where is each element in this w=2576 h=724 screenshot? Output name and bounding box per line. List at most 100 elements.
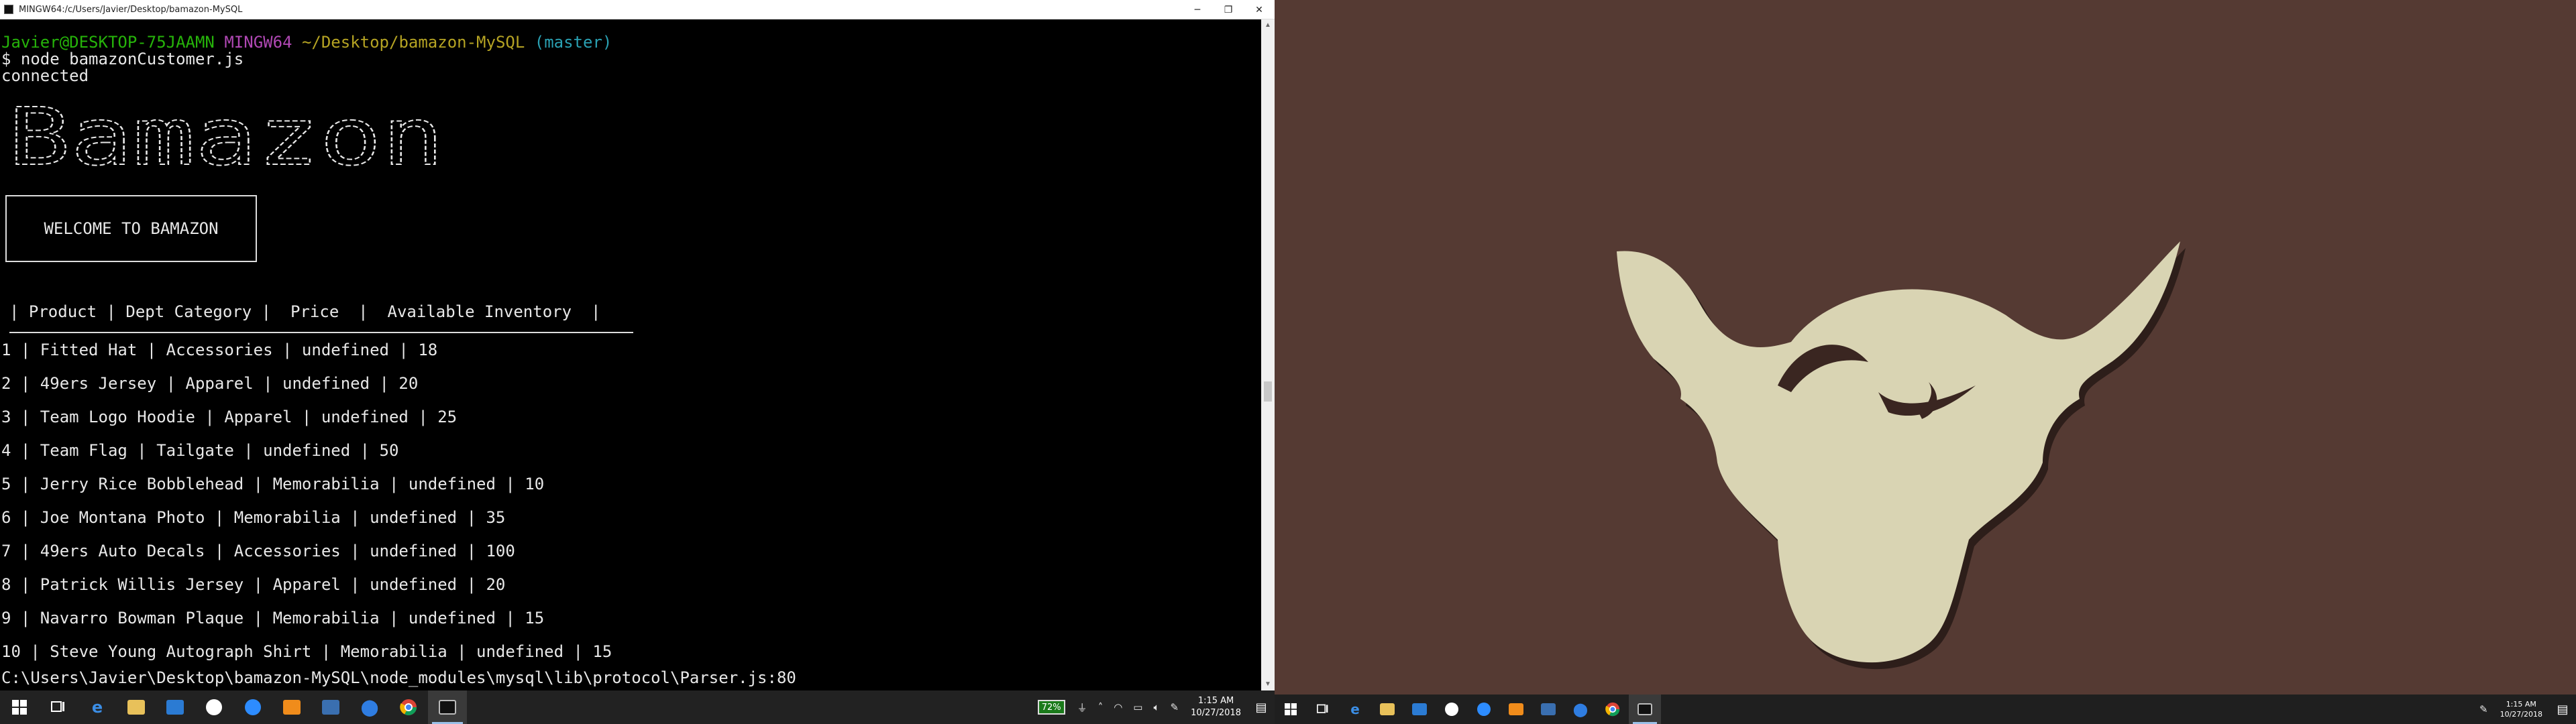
power-plug-icon[interactable]: ⏚ xyxy=(1077,701,1087,715)
edge-button-2[interactable]: e xyxy=(1339,695,1371,724)
table-header: | Product | Dept Category | Price | Avai… xyxy=(9,302,601,321)
file-explorer-button-2[interactable] xyxy=(1371,695,1403,724)
sublime-icon xyxy=(283,700,301,715)
product-row: 3 | Team Logo Hoodie | Apparel | undefin… xyxy=(1,408,458,426)
app-s-button[interactable] xyxy=(195,690,233,724)
terminal-button-2[interactable] xyxy=(1629,695,1661,724)
blue-app-icon xyxy=(322,700,339,715)
error-line: C:\Users\Javier\Desktop\bamazon-MySQL\no… xyxy=(1,668,796,687)
task-view-button[interactable] xyxy=(39,690,78,724)
product-row: 9 | Navarro Bowman Plaque | Memorabilia … xyxy=(1,609,545,627)
vscode-icon xyxy=(1412,703,1427,715)
maximize-button[interactable]: ❐ xyxy=(1213,0,1244,19)
command-line: $ node bamazonCustomer.js xyxy=(1,50,244,68)
welcome-text: WELCOME TO BAMAZON xyxy=(44,219,219,238)
terminal-button[interactable] xyxy=(428,690,467,724)
start-button[interactable] xyxy=(0,690,39,724)
taskbar-left: e ⬤ 72% ⏚ ˄ ◠ ▭ 🔈︎ ✎ 1:15 AM 10/27/2018 … xyxy=(0,690,1275,724)
product-row: 4 | Team Flag | Tailgate | undefined | 5… xyxy=(1,441,399,460)
taskbar-right: e ⬤ ✎ 1:15 AM 10/27/2018 ▤ xyxy=(1275,695,2576,724)
maps-button[interactable]: ⬤ xyxy=(350,690,389,724)
zoom-button[interactable] xyxy=(233,690,272,724)
file-explorer-button[interactable] xyxy=(117,690,156,724)
window-title: MINGW64:/c/Users/Javier/Desktop/bamazon-… xyxy=(19,4,243,15)
start-button-2[interactable] xyxy=(1275,695,1307,724)
chrome-icon xyxy=(400,699,417,716)
welcome-box: WELCOME TO BAMAZON xyxy=(5,195,257,262)
minimize-button[interactable]: ─ xyxy=(1182,0,1213,19)
brahma-bull-logo xyxy=(1617,241,2186,670)
clock[interactable]: 1:15 AM 10/27/2018 xyxy=(1191,695,1241,719)
folder-icon xyxy=(1380,703,1395,715)
chevron-up-icon[interactable]: ˄ xyxy=(1098,701,1104,713)
vscode-button-2[interactable] xyxy=(1403,695,1436,724)
location-pin-icon: ⬤ xyxy=(360,698,379,717)
clock-date-2: 10/27/2018 xyxy=(2500,710,2542,719)
prompt-branch: (master) xyxy=(534,33,612,52)
zoom-icon xyxy=(1477,703,1491,716)
task-view-icon xyxy=(1317,704,1328,713)
notification-center-icon[interactable]: ▤ xyxy=(2549,703,2576,717)
notification-center-icon[interactable]: ▤ xyxy=(1248,701,1275,715)
product-row: 7 | 49ers Auto Decals | Accessories | un… xyxy=(1,542,515,560)
clock-date: 10/27/2018 xyxy=(1191,708,1241,718)
battery-indicator[interactable]: 72% xyxy=(1037,700,1065,715)
app-blue-button[interactable] xyxy=(311,690,350,724)
maps-button-2[interactable]: ⬤ xyxy=(1564,695,1597,724)
prompt-shell: MINGW64 xyxy=(224,33,292,52)
zoom-button-2[interactable] xyxy=(1468,695,1500,724)
folder-icon xyxy=(127,700,145,715)
s-app-icon xyxy=(1445,703,1458,716)
prompt-path: ~/Desktop/bamazon-MySQL xyxy=(301,33,525,52)
task-view-button-2[interactable] xyxy=(1307,695,1339,724)
edge-icon: e xyxy=(91,698,103,717)
product-row: 8 | Patrick Willis Jersey | Apparel | un… xyxy=(1,575,506,594)
battery-icon[interactable]: ▭ xyxy=(1133,701,1142,713)
sublime-button-2[interactable] xyxy=(1500,695,1532,724)
system-tray-left: 72% ⏚ ˄ ◠ ▭ 🔈︎ ✎ 1:15 AM 10/27/2018 ▤ xyxy=(1034,690,1275,724)
edge-button[interactable]: e xyxy=(78,690,117,724)
bamazon-banner-text: Bamazon xyxy=(8,97,444,174)
wifi-icon[interactable]: ◠ xyxy=(1114,701,1122,713)
product-row: 2 | 49ers Jersey | Apparel | undefined |… xyxy=(1,374,419,393)
clock-time: 1:15 AM xyxy=(1197,696,1234,706)
table-header-rule xyxy=(9,332,633,333)
vscode-button[interactable] xyxy=(156,690,195,724)
app-blue-button-2[interactable] xyxy=(1532,695,1564,724)
sublime-button[interactable] xyxy=(272,690,311,724)
volume-icon[interactable]: 🔈︎ xyxy=(1153,701,1159,713)
close-button[interactable]: ✕ xyxy=(1244,0,1275,19)
chrome-button-2[interactable] xyxy=(1597,695,1629,724)
blue-app-icon xyxy=(1541,703,1556,715)
edge-icon: e xyxy=(1350,701,1360,717)
location-pin-icon: ⬤ xyxy=(1572,701,1589,717)
scroll-down-arrow-icon[interactable]: ▼ xyxy=(1261,678,1275,690)
system-tray-right: ✎ 1:15 AM 10/27/2018 ▤ xyxy=(2474,695,2576,724)
terminal-icon xyxy=(1638,703,1652,715)
windows-logo-icon xyxy=(12,700,27,715)
terminal-window[interactable]: MINGW64:/c/Users/Javier/Desktop/bamazon-… xyxy=(0,0,1275,690)
windows-logo-icon xyxy=(1285,703,1297,715)
mingw-icon xyxy=(4,5,13,14)
clock-time-2: 1:15 AM xyxy=(2506,700,2536,709)
app-s-button-2[interactable] xyxy=(1436,695,1468,724)
terminal-content[interactable]: Javier@DESKTOP-75JAAMN MINGW64 ~/Desktop… xyxy=(0,19,1261,690)
scroll-up-arrow-icon[interactable]: ▲ xyxy=(1261,19,1275,32)
prompt-line: Javier@DESKTOP-75JAAMN MINGW64 ~/Desktop… xyxy=(1,34,612,50)
task-view-icon xyxy=(51,701,64,712)
pen-icon[interactable]: ✎ xyxy=(1170,701,1179,713)
desktop-wallpaper xyxy=(1275,0,2576,695)
window-titlebar[interactable]: MINGW64:/c/Users/Javier/Desktop/bamazon-… xyxy=(0,0,1275,19)
chrome-button[interactable] xyxy=(389,690,428,724)
scrollbar-thumb[interactable] xyxy=(1264,381,1272,402)
terminal-scrollbar[interactable]: ▲ ▼ xyxy=(1261,19,1275,690)
chrome-icon xyxy=(1605,702,1620,717)
product-row: 1 | Fitted Hat | Accessories | undefined… xyxy=(1,341,438,359)
pen-icon[interactable]: ✎ xyxy=(2479,703,2488,715)
vscode-icon xyxy=(166,700,184,715)
bamazon-ascii-banner: Bamazon xyxy=(7,97,445,174)
sublime-icon xyxy=(1509,703,1523,715)
product-row: 5 | Jerry Rice Bobblehead | Memorabilia … xyxy=(1,475,545,493)
zoom-icon xyxy=(245,699,261,715)
clock-2[interactable]: 1:15 AM 10/27/2018 xyxy=(2500,699,2542,719)
